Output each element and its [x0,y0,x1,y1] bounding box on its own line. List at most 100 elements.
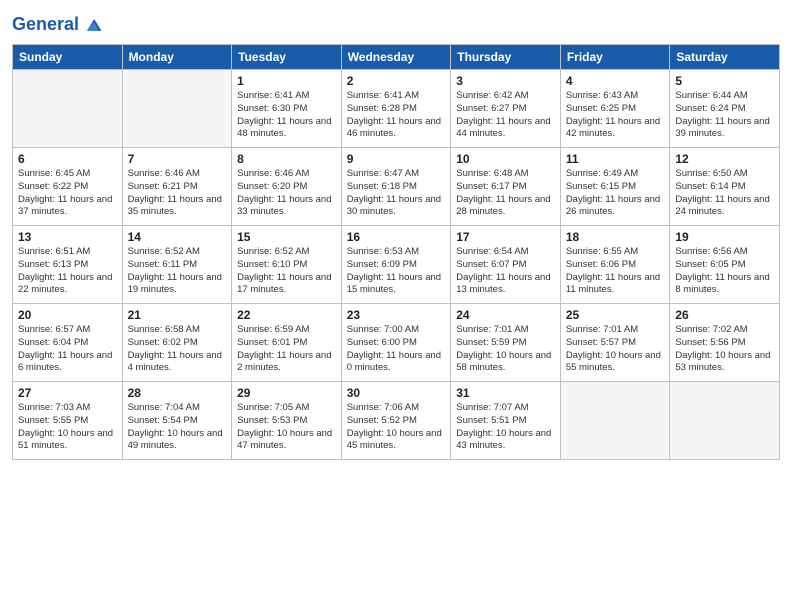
weekday-header-row: SundayMondayTuesdayWednesdayThursdayFrid… [13,45,780,70]
day-detail: Sunrise: 6:42 AMSunset: 6:27 PMDaylight:… [456,90,550,139]
day-detail: Sunrise: 6:50 AMSunset: 6:14 PMDaylight:… [675,168,769,217]
day-number: 21 [128,308,227,322]
day-detail: Sunrise: 6:58 AMSunset: 6:02 PMDaylight:… [128,324,222,373]
logo-icon [81,14,103,36]
day-cell: 8 Sunrise: 6:46 AMSunset: 6:20 PMDayligh… [232,148,342,226]
day-number: 26 [675,308,774,322]
day-cell: 3 Sunrise: 6:42 AMSunset: 6:27 PMDayligh… [451,70,561,148]
day-detail: Sunrise: 6:52 AMSunset: 6:10 PMDaylight:… [237,246,331,295]
calendar: SundayMondayTuesdayWednesdayThursdayFrid… [12,44,780,460]
day-number: 9 [347,152,446,166]
day-number: 5 [675,74,774,88]
day-detail: Sunrise: 6:53 AMSunset: 6:09 PMDaylight:… [347,246,441,295]
day-number: 30 [347,386,446,400]
weekday-header-monday: Monday [122,45,232,70]
day-cell: 22 Sunrise: 6:59 AMSunset: 6:01 PMDaylig… [232,304,342,382]
day-number: 12 [675,152,774,166]
day-cell: 15 Sunrise: 6:52 AMSunset: 6:10 PMDaylig… [232,226,342,304]
day-cell [13,70,123,148]
day-number: 22 [237,308,336,322]
day-number: 13 [18,230,117,244]
day-number: 25 [566,308,665,322]
week-row-3: 13 Sunrise: 6:51 AMSunset: 6:13 PMDaylig… [13,226,780,304]
day-cell: 14 Sunrise: 6:52 AMSunset: 6:11 PMDaylig… [122,226,232,304]
day-number: 3 [456,74,555,88]
day-number: 11 [566,152,665,166]
day-cell: 28 Sunrise: 7:04 AMSunset: 5:54 PMDaylig… [122,382,232,460]
week-row-2: 6 Sunrise: 6:45 AMSunset: 6:22 PMDayligh… [13,148,780,226]
day-number: 14 [128,230,227,244]
day-detail: Sunrise: 7:01 AMSunset: 5:57 PMDaylight:… [566,324,661,373]
day-number: 10 [456,152,555,166]
day-cell: 6 Sunrise: 6:45 AMSunset: 6:22 PMDayligh… [13,148,123,226]
weekday-header-friday: Friday [560,45,670,70]
day-cell: 16 Sunrise: 6:53 AMSunset: 6:09 PMDaylig… [341,226,451,304]
weekday-header-tuesday: Tuesday [232,45,342,70]
day-cell: 1 Sunrise: 6:41 AMSunset: 6:30 PMDayligh… [232,70,342,148]
day-cell: 18 Sunrise: 6:55 AMSunset: 6:06 PMDaylig… [560,226,670,304]
day-number: 16 [347,230,446,244]
day-number: 20 [18,308,117,322]
day-detail: Sunrise: 6:44 AMSunset: 6:24 PMDaylight:… [675,90,769,139]
day-cell: 30 Sunrise: 7:06 AMSunset: 5:52 PMDaylig… [341,382,451,460]
day-cell: 20 Sunrise: 6:57 AMSunset: 6:04 PMDaylig… [13,304,123,382]
day-detail: Sunrise: 6:55 AMSunset: 6:06 PMDaylight:… [566,246,660,295]
day-detail: Sunrise: 6:54 AMSunset: 6:07 PMDaylight:… [456,246,550,295]
day-number: 2 [347,74,446,88]
day-detail: Sunrise: 6:51 AMSunset: 6:13 PMDaylight:… [18,246,112,295]
week-row-4: 20 Sunrise: 6:57 AMSunset: 6:04 PMDaylig… [13,304,780,382]
weekday-header-saturday: Saturday [670,45,780,70]
day-number: 23 [347,308,446,322]
day-cell: 13 Sunrise: 6:51 AMSunset: 6:13 PMDaylig… [13,226,123,304]
day-number: 19 [675,230,774,244]
day-detail: Sunrise: 6:46 AMSunset: 6:20 PMDaylight:… [237,168,331,217]
day-cell [560,382,670,460]
day-cell: 24 Sunrise: 7:01 AMSunset: 5:59 PMDaylig… [451,304,561,382]
day-number: 8 [237,152,336,166]
day-cell: 9 Sunrise: 6:47 AMSunset: 6:18 PMDayligh… [341,148,451,226]
day-detail: Sunrise: 6:45 AMSunset: 6:22 PMDaylight:… [18,168,112,217]
day-detail: Sunrise: 6:46 AMSunset: 6:21 PMDaylight:… [128,168,222,217]
day-number: 4 [566,74,665,88]
weekday-header-wednesday: Wednesday [341,45,451,70]
day-detail: Sunrise: 6:41 AMSunset: 6:30 PMDaylight:… [237,90,331,139]
day-detail: Sunrise: 6:41 AMSunset: 6:28 PMDaylight:… [347,90,441,139]
day-detail: Sunrise: 7:05 AMSunset: 5:53 PMDaylight:… [237,402,332,451]
day-cell: 23 Sunrise: 7:00 AMSunset: 6:00 PMDaylig… [341,304,451,382]
day-detail: Sunrise: 6:56 AMSunset: 6:05 PMDaylight:… [675,246,769,295]
day-cell: 11 Sunrise: 6:49 AMSunset: 6:15 PMDaylig… [560,148,670,226]
logo: General [12,10,103,36]
day-detail: Sunrise: 6:43 AMSunset: 6:25 PMDaylight:… [566,90,660,139]
day-detail: Sunrise: 6:49 AMSunset: 6:15 PMDaylight:… [566,168,660,217]
header: General [12,10,780,36]
day-detail: Sunrise: 7:02 AMSunset: 5:56 PMDaylight:… [675,324,770,373]
day-cell: 12 Sunrise: 6:50 AMSunset: 6:14 PMDaylig… [670,148,780,226]
day-number: 29 [237,386,336,400]
day-cell: 25 Sunrise: 7:01 AMSunset: 5:57 PMDaylig… [560,304,670,382]
day-number: 1 [237,74,336,88]
weekday-header-sunday: Sunday [13,45,123,70]
day-detail: Sunrise: 6:47 AMSunset: 6:18 PMDaylight:… [347,168,441,217]
day-cell: 21 Sunrise: 6:58 AMSunset: 6:02 PMDaylig… [122,304,232,382]
day-number: 17 [456,230,555,244]
page: General SundayMondayTuesdayWednesdayThur… [0,0,792,612]
day-detail: Sunrise: 6:59 AMSunset: 6:01 PMDaylight:… [237,324,331,373]
day-number: 27 [18,386,117,400]
day-number: 7 [128,152,227,166]
day-cell: 31 Sunrise: 7:07 AMSunset: 5:51 PMDaylig… [451,382,561,460]
day-cell: 10 Sunrise: 6:48 AMSunset: 6:17 PMDaylig… [451,148,561,226]
day-detail: Sunrise: 7:07 AMSunset: 5:51 PMDaylight:… [456,402,551,451]
day-number: 28 [128,386,227,400]
day-detail: Sunrise: 7:01 AMSunset: 5:59 PMDaylight:… [456,324,551,373]
day-cell: 29 Sunrise: 7:05 AMSunset: 5:53 PMDaylig… [232,382,342,460]
day-detail: Sunrise: 6:48 AMSunset: 6:17 PMDaylight:… [456,168,550,217]
day-cell: 17 Sunrise: 6:54 AMSunset: 6:07 PMDaylig… [451,226,561,304]
day-cell [122,70,232,148]
day-number: 6 [18,152,117,166]
day-number: 15 [237,230,336,244]
day-number: 24 [456,308,555,322]
day-number: 31 [456,386,555,400]
day-detail: Sunrise: 6:52 AMSunset: 6:11 PMDaylight:… [128,246,222,295]
day-cell: 26 Sunrise: 7:02 AMSunset: 5:56 PMDaylig… [670,304,780,382]
day-cell: 7 Sunrise: 6:46 AMSunset: 6:21 PMDayligh… [122,148,232,226]
